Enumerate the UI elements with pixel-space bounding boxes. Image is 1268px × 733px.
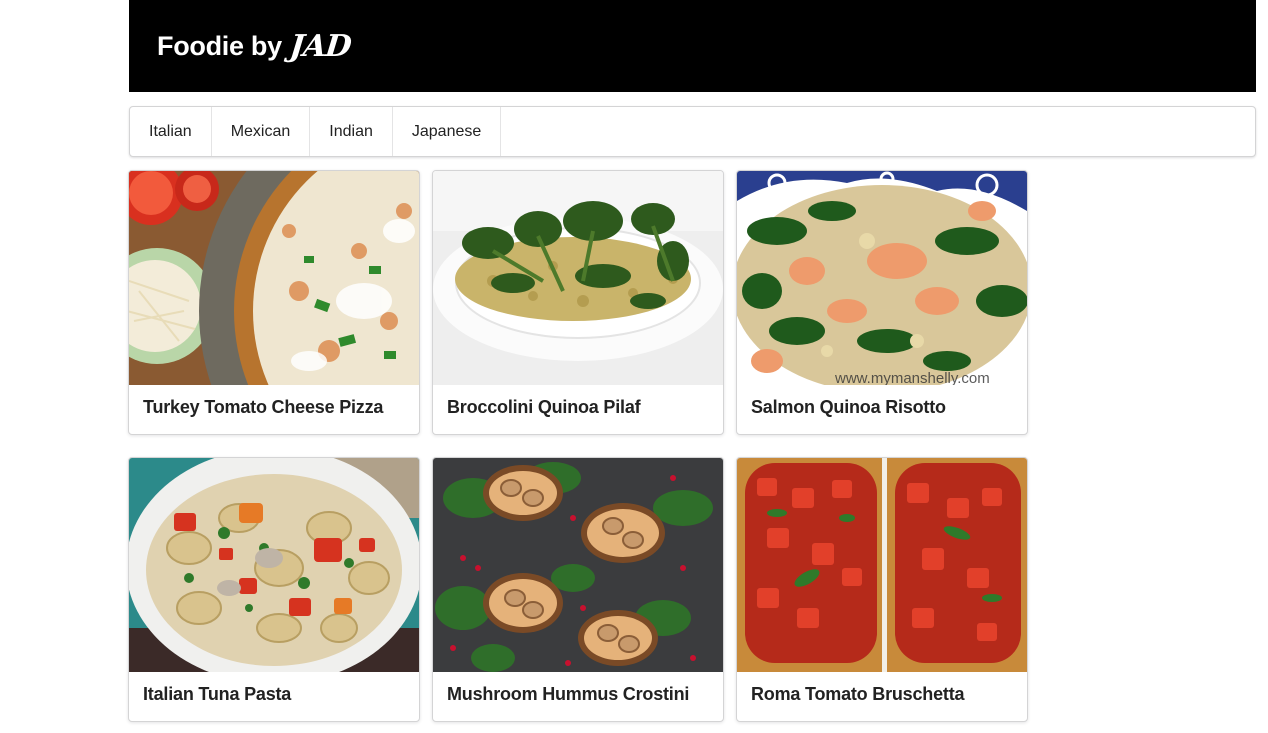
menu-item-japanese[interactable]: Japanese [393,107,502,156]
recipe-card[interactable]: Broccolini Quinoa Pilaf [432,170,724,435]
page: Foodie by JAD Italian Mexican Indian Jap… [0,0,1268,733]
mushroom-crostini-photo [433,458,723,672]
brand-logo: JAD [287,28,353,64]
pizza-photo [129,171,419,385]
recipe-title: Mushroom Hummus Crostini [447,684,690,704]
recipe-title: Turkey Tomato Cheese Pizza [143,397,384,417]
recipe-card[interactable]: www.mymanshelly.com Salmon Quinoa Risott… [736,170,1028,435]
recipe-title: Broccolini Quinoa Pilaf [447,397,641,417]
menu-item-indian[interactable]: Indian [310,107,393,156]
site-header: Foodie by JAD [129,0,1256,92]
salmon-risotto-photo: www.mymanshelly.com [737,171,1027,385]
quinoa-pilaf-photo [433,171,723,385]
recipe-title: Italian Tuna Pasta [143,684,292,704]
recipe-card[interactable]: Italian Tuna Pasta [128,457,420,722]
tuna-pasta-photo [129,458,419,672]
recipe-card[interactable]: Turkey Tomato Cheese Pizza [128,170,420,435]
cuisine-menu: Italian Mexican Indian Japanese [129,106,1256,157]
menu-item-mexican[interactable]: Mexican [212,107,311,156]
recipe-card[interactable]: Roma Tomato Bruschetta [736,457,1028,722]
bruschetta-photo [737,458,1027,672]
menu-item-italian[interactable]: Italian [130,107,212,156]
recipe-title: Roma Tomato Bruschetta [751,684,965,704]
recipe-title: Salmon Quinoa Risotto [751,397,946,417]
brand-text: Foodie by [157,30,282,61]
photo-watermark: www.mymanshelly.com [834,370,990,385]
recipe-card[interactable]: Mushroom Hummus Crostini [432,457,724,722]
brand[interactable]: Foodie by JAD [157,28,353,64]
